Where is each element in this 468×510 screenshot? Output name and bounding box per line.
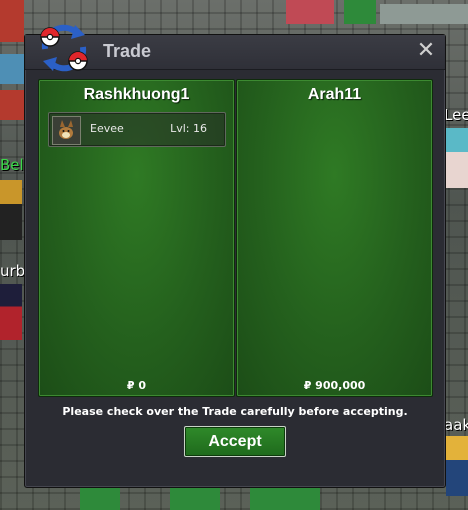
money-offer: ₽ 900,000 [303,379,366,392]
player-nametag: Lee [444,106,468,124]
player-sprite[interactable] [0,284,22,340]
player-name: Rashkhuong1 [83,86,190,103]
roof-tile [0,0,24,42]
player-sprite[interactable] [446,128,468,188]
player-sprite[interactable] [0,180,22,240]
tree-tile [250,486,320,510]
window-title: Trade [103,41,152,61]
roof-tile [0,90,24,120]
pokemon-level: Lvl: 16 [170,122,207,135]
trade-pokeball-arrows-icon [40,24,88,72]
flower-tile [286,0,334,24]
trade-warning-text: Please check over the Trade carefully be… [62,405,408,418]
eevee-icon [52,116,81,145]
trade-window: Trade ✕ Rashkhuong1 Eevee Lvl: 16 ₽ 0 Ar… [24,24,446,488]
accept-button[interactable]: Accept [184,426,286,457]
tree-tile [344,0,376,24]
trade-item-slot[interactable]: Eevee Lvl: 16 [48,112,226,147]
player-sprite[interactable] [446,436,468,496]
player-nametag: aak [444,416,468,434]
player-name: Arah11 [307,86,362,103]
fence-tile [380,4,468,24]
pokemon-name: Eevee [90,122,124,135]
tree-tile [170,486,220,510]
close-button[interactable]: ✕ [415,40,437,62]
tree-tile [80,486,120,510]
partner-offer-panel: Arah11 ₽ 900,000 [236,79,433,397]
money-offer: ₽ 0 [126,379,147,392]
window-tile [0,54,24,84]
my-offer-panel: Rashkhuong1 Eevee Lvl: 16 ₽ 0 [38,79,235,397]
